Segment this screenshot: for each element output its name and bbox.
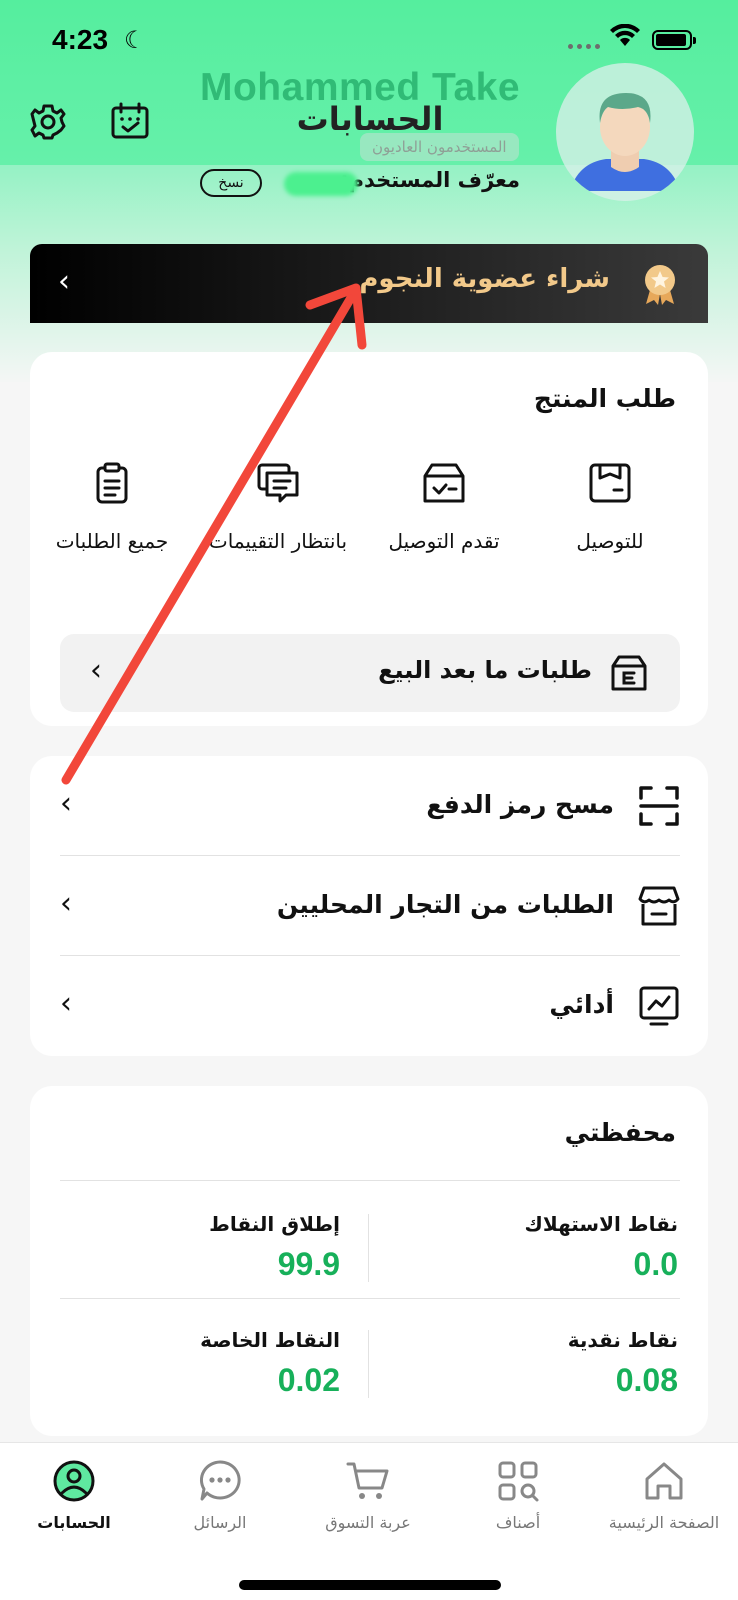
consumption-points-value: 0.0 bbox=[633, 1246, 678, 1282]
user-id-redacted bbox=[284, 172, 358, 196]
product-orders-card: طلب المنتج للتوصيل تقدم التوصيل بانتظار … bbox=[30, 352, 708, 726]
tab-accounts[interactable]: الحسابات bbox=[0, 1459, 148, 1532]
menu-scan-payment-code[interactable]: مسح رمز الدفع ‹ bbox=[60, 756, 680, 856]
battery-icon bbox=[652, 30, 696, 50]
special-points-label: النقاط الخاصة bbox=[200, 1328, 340, 1352]
release-points[interactable]: إطلاق النقاط 99.9 bbox=[60, 1212, 340, 1283]
wallet-card: محفظتي نقاط الاستهلاك 0.0 إطلاق النقاط 9… bbox=[30, 1086, 708, 1436]
release-points-value: 99.9 bbox=[277, 1246, 340, 1282]
tab-cart-label: عربة التسوق bbox=[325, 1513, 411, 1532]
cash-points[interactable]: نقاط نقدية 0.08 bbox=[398, 1328, 678, 1399]
divider bbox=[60, 1298, 680, 1299]
cellular-signal-icon bbox=[568, 44, 600, 49]
order-to-deliver[interactable]: للتوصيل bbox=[530, 462, 690, 556]
tab-home-label: الصفحة الرئيسية bbox=[608, 1513, 720, 1532]
consumption-points-label: نقاط الاستهلاك bbox=[524, 1212, 678, 1236]
chevron-left-icon: ‹ bbox=[60, 786, 72, 821]
wallet-title: محفظتي bbox=[564, 1118, 676, 1147]
all-orders-icon bbox=[96, 462, 128, 504]
menu-local-merchants-orders[interactable]: الطلبات من التجار المحليين ‹ bbox=[60, 856, 680, 956]
store-icon bbox=[638, 886, 680, 926]
order-all-orders-label: جميع الطلبات bbox=[55, 529, 169, 553]
services-menu-card: مسح رمز الدفع ‹ الطلبات من التجار المحلي… bbox=[30, 756, 708, 1056]
home-icon bbox=[645, 1462, 683, 1500]
performance-icon bbox=[639, 986, 679, 1026]
shopping-cart-icon bbox=[346, 1462, 389, 1499]
after-sales-label: طلبات ما بعد البيع bbox=[378, 656, 592, 684]
pending-reviews-icon bbox=[257, 463, 299, 503]
status-bar: 4:23 ☾ bbox=[0, 22, 738, 62]
consumption-points[interactable]: نقاط الاستهلاك 0.0 bbox=[398, 1212, 678, 1283]
pending-delivery-icon bbox=[589, 463, 631, 503]
delivery-progress-icon bbox=[423, 463, 465, 503]
tab-home[interactable]: الصفحة الرئيسية bbox=[590, 1459, 738, 1532]
chevron-left-icon: ‹ bbox=[58, 264, 70, 299]
chevron-left-icon: ‹ bbox=[60, 986, 72, 1021]
menu-performance-label: أدائي bbox=[549, 990, 614, 1019]
avatar-person-icon bbox=[570, 93, 680, 191]
user-type-badge: المستخدمون العاديون bbox=[360, 133, 519, 161]
orders-title: طلب المنتج bbox=[533, 384, 676, 413]
settings-gear-icon[interactable] bbox=[28, 102, 68, 142]
tab-categories[interactable]: أصناف bbox=[444, 1459, 592, 1532]
account-person-icon bbox=[53, 1460, 95, 1502]
divider bbox=[60, 1180, 680, 1181]
chevron-left-icon: ‹ bbox=[60, 886, 72, 921]
star-membership-label: شراء عضوية النجوم bbox=[359, 264, 610, 294]
tab-cart[interactable]: عربة التسوق bbox=[294, 1459, 442, 1532]
order-delivery-progress-label: تقدم التوصيل bbox=[388, 529, 500, 553]
user-id-row: معرّف المستخدم: نسخ bbox=[200, 168, 520, 198]
home-indicator bbox=[239, 1580, 501, 1590]
tab-messages[interactable]: الرسائل bbox=[146, 1459, 294, 1532]
order-pending-reviews-label: بانتظار التقييمات bbox=[208, 529, 348, 553]
chevron-left-icon: ‹ bbox=[90, 653, 102, 688]
order-all-orders[interactable]: جميع الطلبات bbox=[32, 462, 192, 556]
avatar[interactable] bbox=[556, 63, 694, 201]
tab-accounts-label: الحسابات bbox=[37, 1513, 111, 1532]
after-sales-icon bbox=[611, 655, 647, 691]
calendar-checkin-icon[interactable] bbox=[110, 101, 150, 141]
categories-icon bbox=[498, 1461, 539, 1502]
menu-local-merchants-label: الطلبات من التجار المحليين bbox=[276, 890, 614, 919]
bottom-tab-bar: الصفحة الرئيسية أصناف عربة التسوق الرسائ… bbox=[0, 1442, 738, 1600]
user-id-label: معرّف المستخدم: bbox=[340, 168, 520, 192]
medal-icon bbox=[645, 265, 675, 305]
messages-icon bbox=[199, 1460, 241, 1501]
scan-icon bbox=[639, 786, 679, 826]
menu-my-performance[interactable]: أدائي ‹ bbox=[60, 956, 680, 1056]
special-points-value: 0.02 bbox=[277, 1362, 340, 1398]
order-delivery-progress[interactable]: تقدم التوصيل bbox=[364, 462, 524, 556]
moon-icon: ☾ bbox=[124, 26, 146, 54]
special-points[interactable]: النقاط الخاصة 0.02 bbox=[60, 1328, 340, 1399]
star-membership-banner[interactable]: شراء عضوية النجوم ‹ bbox=[30, 244, 708, 323]
after-sales-orders-button[interactable]: طلبات ما بعد البيع ‹ bbox=[60, 634, 680, 712]
cash-points-label: نقاط نقدية bbox=[567, 1328, 678, 1352]
status-time: 4:23 bbox=[52, 24, 109, 55]
vertical-divider bbox=[368, 1330, 369, 1398]
tab-categories-label: أصناف bbox=[495, 1513, 541, 1532]
copy-id-button[interactable]: نسخ bbox=[200, 169, 262, 197]
tab-messages-label: الرسائل bbox=[193, 1513, 247, 1532]
menu-scan-label: مسح رمز الدفع bbox=[426, 790, 614, 819]
cash-points-value: 0.08 bbox=[615, 1362, 678, 1398]
release-points-label: إطلاق النقاط bbox=[209, 1212, 340, 1236]
order-to-deliver-label: للتوصيل bbox=[576, 529, 644, 553]
order-pending-reviews[interactable]: بانتظار التقييمات bbox=[198, 462, 358, 556]
vertical-divider bbox=[368, 1214, 369, 1282]
wifi-icon bbox=[610, 24, 640, 46]
